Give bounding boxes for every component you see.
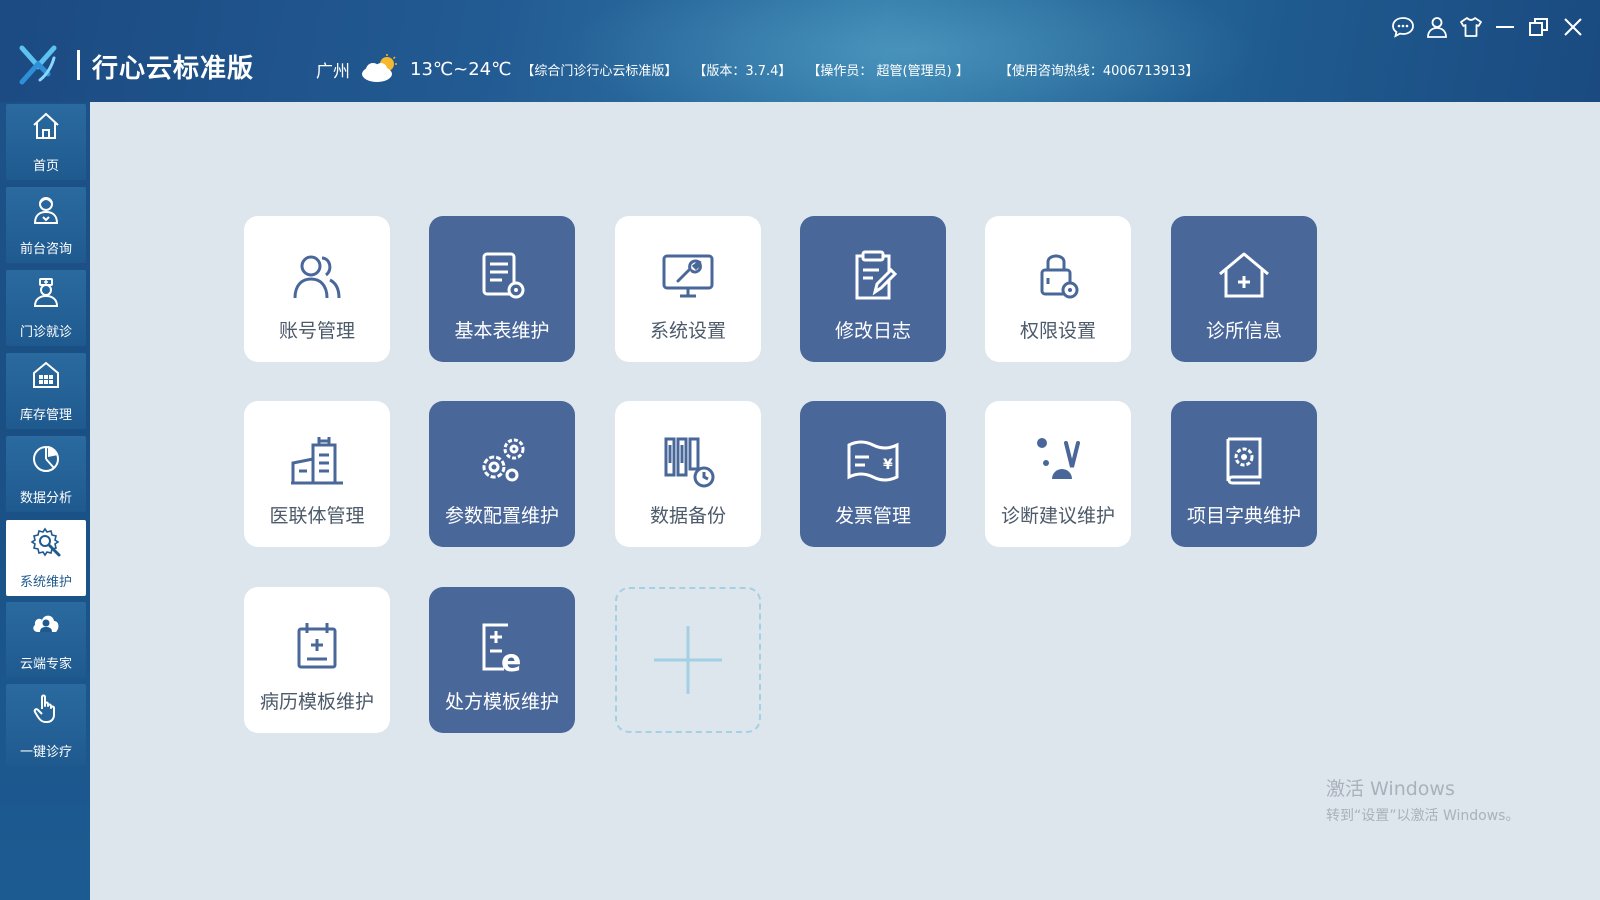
version-info: 【版本：3.7.4】: [693, 63, 792, 79]
sidebar-item-label: 首页: [32, 159, 59, 174]
skin-icon: [1460, 17, 1482, 37]
tile-label: 医联体管理: [269, 505, 365, 527]
svg-text:¥: ¥: [883, 457, 893, 473]
sidebar-item-label: 前台咨询: [19, 242, 72, 257]
gears-icon: [482, 438, 525, 482]
close-button[interactable]: [1560, 14, 1586, 40]
tile-label: 诊所信息: [1205, 320, 1282, 342]
sidebar-item-system-maintenance[interactable]: 系统维护: [6, 520, 86, 596]
dictionary-book-icon: [1226, 437, 1262, 485]
tile-label: 账号管理: [278, 320, 355, 342]
sidebar-item-home[interactable]: 首页: [6, 104, 86, 180]
close-icon: [1564, 18, 1582, 36]
sidebar-item-one-click[interactable]: 一键诊疗: [6, 684, 86, 766]
status-info-row: 广州 13℃~24℃ 【综合门诊行心云标准版】 【版本：3.7.4】 【操作员：…: [316, 54, 1215, 82]
users-icon: [293, 255, 341, 299]
partly-cloudy-icon: [362, 54, 397, 82]
tile-label: 处方模板维护: [444, 691, 559, 713]
sidebar-item-cloud-expert[interactable]: 云端专家: [6, 602, 86, 678]
user-button[interactable]: [1424, 14, 1450, 40]
restore-icon: [1529, 18, 1548, 36]
tile-permission-settings[interactable]: 权限设置: [985, 216, 1131, 362]
tile-diagnosis-suggestion[interactable]: 诊断建议维护: [985, 401, 1131, 547]
sidebar: 首页 前台咨询 门诊就诊 库存管理 数据分析 系统维护 云端专家 一键诊疗: [0, 102, 90, 900]
pointer-hand-icon: [33, 694, 55, 723]
add-module-button[interactable]: [615, 587, 761, 733]
watermark-subtitle: 转到“设置”以激活 Windows。: [1326, 808, 1520, 824]
title-bar: 行心云标准版 广州 13℃~24℃ 【综合门诊行心云标准版】 【版本：3.7.4…: [0, 0, 1600, 102]
minimize-button[interactable]: [1492, 14, 1518, 40]
pie-chart-icon: [33, 446, 59, 472]
tile-prescription-template[interactable]: e 处方模板维护: [429, 587, 575, 733]
monitor-wrench-icon: [662, 254, 714, 298]
app-title: 行心云标准版: [92, 54, 255, 84]
sidebar-item-front-desk[interactable]: 前台咨询: [6, 187, 86, 263]
app-logo-icon: [19, 45, 57, 85]
tile-label: 权限设置: [1019, 320, 1096, 342]
tile-label: 系统设置: [649, 320, 726, 342]
sidebar-item-outpatient[interactable]: 门诊就诊: [6, 270, 86, 346]
diagnosis-icon: [1037, 438, 1080, 479]
tile-label: 参数配置维护: [444, 505, 559, 527]
restore-button[interactable]: [1526, 14, 1552, 40]
user-icon: [1427, 17, 1447, 38]
tile-item-dictionary[interactable]: 项目字典维护: [1171, 401, 1317, 547]
invoice-icon: ¥: [847, 440, 899, 482]
watermark-title: 激活 Windows: [1326, 778, 1455, 800]
sidebar-item-label: 一键诊疗: [19, 745, 72, 760]
tile-medical-record-template[interactable]: 病历模板维护: [244, 587, 390, 733]
table-settings-icon: [482, 252, 525, 299]
tile-medical-alliance[interactable]: 医联体管理: [244, 401, 390, 547]
tile-change-log[interactable]: 修改日志: [800, 216, 946, 362]
chat-button[interactable]: [1390, 14, 1416, 40]
clipboard-edit-icon: [855, 250, 898, 300]
tile-label: 修改日志: [834, 320, 911, 342]
sidebar-item-label: 系统维护: [19, 575, 72, 590]
svg-text:e: e: [501, 644, 521, 675]
window-controls: [1390, 14, 1586, 40]
hotline-info: 【使用咨询热线：4006713913】: [998, 63, 1199, 79]
prescription-icon: e: [482, 623, 521, 675]
tile-account-management[interactable]: 账号管理: [244, 216, 390, 362]
windows-activation-watermark: 激活 Windows 转到“设置”以激活 Windows。: [1326, 774, 1519, 825]
tile-label: 项目字典维护: [1186, 505, 1301, 527]
lock-settings-icon: [1040, 254, 1079, 299]
sidebar-item-label: 门诊就诊: [19, 325, 72, 340]
tile-invoice-management[interactable]: ¥ 发票管理: [800, 401, 946, 547]
sidebar-item-analysis[interactable]: 数据分析: [6, 436, 86, 512]
clinic-house-icon: [1219, 252, 1269, 298]
chat-icon: [1392, 17, 1414, 38]
operator-info: 【操作员： 超管(管理员) 】: [807, 63, 969, 79]
tile-base-table-maintenance[interactable]: 基本表维护: [429, 216, 575, 362]
buildings-icon: [291, 437, 343, 485]
doctor-icon: [33, 278, 59, 307]
sidebar-item-label: 库存管理: [19, 408, 72, 423]
tile-label: 数据备份: [649, 505, 726, 527]
tile-parameter-config[interactable]: 参数配置维护: [429, 401, 575, 547]
sidebar-item-label: 数据分析: [19, 491, 72, 506]
minimize-icon: [1496, 26, 1514, 28]
tile-data-backup[interactable]: 数据备份: [615, 401, 761, 547]
cloud-expert-icon: [33, 615, 59, 632]
tile-label: 诊断建议维护: [1000, 505, 1115, 527]
tile-clinic-info[interactable]: 诊所信息: [1171, 216, 1317, 362]
tile-label: 发票管理: [834, 505, 911, 527]
warehouse-icon: [33, 361, 59, 388]
sidebar-item-label: 云端专家: [19, 657, 72, 672]
plus-icon: [654, 626, 722, 694]
backup-binders-icon: [664, 437, 715, 488]
home-icon: [33, 112, 59, 139]
consultant-icon: [33, 197, 59, 224]
settings-wrench-icon: [30, 527, 61, 557]
skin-button[interactable]: [1458, 14, 1484, 40]
sidebar-item-inventory[interactable]: 库存管理: [6, 353, 86, 429]
medical-record-icon: [297, 623, 337, 669]
edition-info: 【综合门诊行心云标准版】: [521, 63, 678, 79]
city-label: 广州: [316, 61, 350, 82]
tile-label: 基本表维护: [454, 320, 550, 342]
tile-system-settings[interactable]: 系统设置: [615, 216, 761, 362]
logo-divider: [77, 50, 80, 80]
temperature-label: 13℃~24℃: [410, 58, 512, 80]
tile-label: 病历模板维护: [259, 691, 374, 713]
